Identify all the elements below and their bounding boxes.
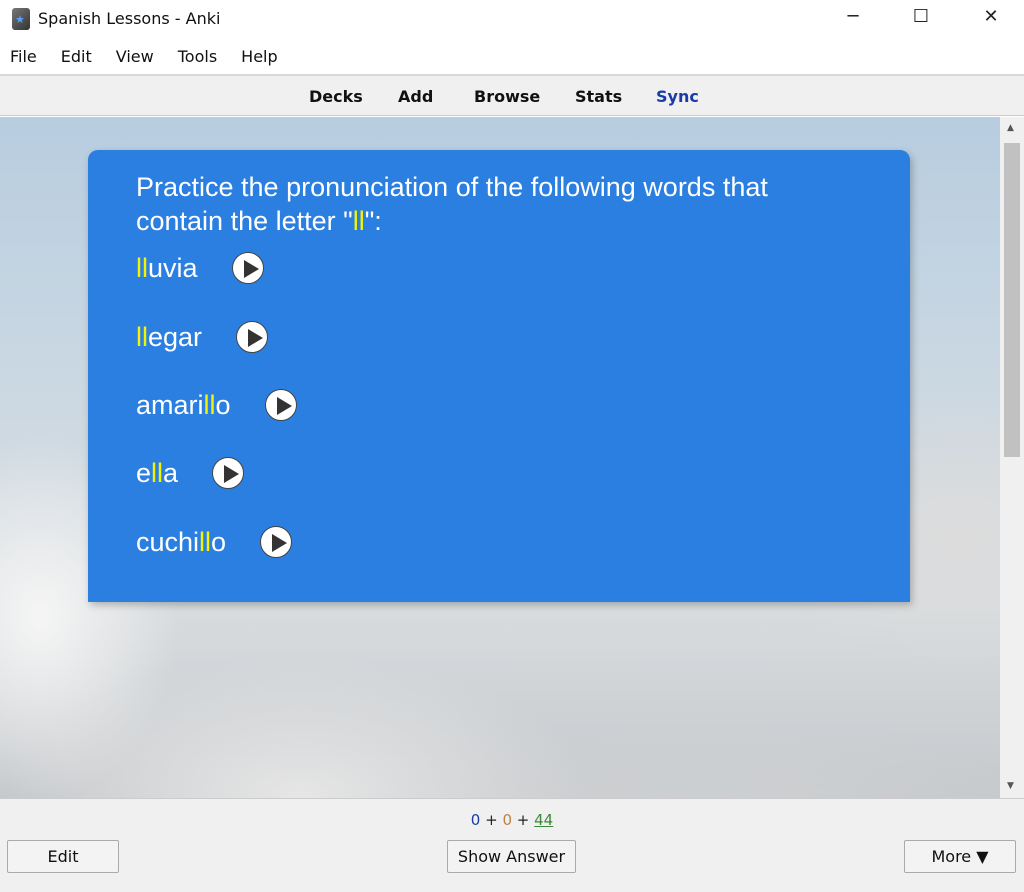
menu-file[interactable]: File [10, 42, 37, 72]
prompt-text-end: ": [364, 206, 382, 236]
sync-link[interactable]: Sync [656, 87, 699, 106]
new-count: 0 [470, 811, 481, 829]
menu-bar: File Edit View Tools Help [0, 42, 292, 72]
menu-tools[interactable]: Tools [178, 42, 217, 72]
window-title: Spanish Lessons - Anki [38, 9, 221, 28]
play-audio-icon[interactable] [236, 321, 269, 353]
word-item: llegar [136, 321, 269, 353]
scroll-up-icon[interactable]: ▲ [1007, 123, 1014, 133]
card-prompt: Practice the pronunciation of the follow… [136, 170, 856, 238]
word-item: ella [136, 457, 245, 489]
anki-app-icon [12, 8, 30, 30]
scroll-down-icon[interactable]: ▼ [1007, 781, 1014, 791]
review-count: 44 [534, 811, 554, 829]
decks-link[interactable]: Decks [309, 87, 363, 106]
prompt-highlight: ll [352, 206, 365, 236]
separator: + [485, 811, 498, 829]
more-button[interactable]: More ▼ [904, 840, 1016, 873]
learn-count: 0 [502, 811, 512, 829]
flashcard: Practice the pronunciation of the follow… [88, 150, 910, 602]
separator: + [516, 811, 530, 829]
due-counts: 0 + 0 + 44 [0, 811, 1024, 829]
menu-view[interactable]: View [116, 42, 154, 72]
play-audio-icon[interactable] [212, 457, 245, 489]
scrollbar-thumb[interactable] [1004, 143, 1020, 457]
menu-edit[interactable]: Edit [61, 42, 92, 72]
minimize-button[interactable]: ─ [830, 6, 876, 32]
word-item: cuchillo [136, 526, 293, 558]
vertical-scrollbar[interactable]: ▲ ▼ [1000, 117, 1024, 798]
close-button[interactable]: ✕ [968, 6, 1014, 32]
word-item: lluvia [136, 252, 264, 284]
maximize-button[interactable]: ☐ [898, 6, 944, 32]
menu-help[interactable]: Help [241, 42, 277, 72]
stats-link[interactable]: Stats [575, 87, 622, 106]
word-item: amarillo [136, 389, 297, 421]
play-audio-icon[interactable] [231, 252, 264, 284]
play-audio-icon[interactable] [260, 526, 293, 558]
bottom-bar: 0 + 0 + 44 Edit Show Answer More ▼ [0, 798, 1024, 892]
show-answer-button[interactable]: Show Answer [447, 840, 576, 873]
edit-button[interactable]: Edit [7, 840, 119, 873]
play-audio-icon[interactable] [264, 389, 297, 421]
prompt-text: Practice the pronunciation of the follow… [136, 172, 768, 236]
title-bar: Spanish Lessons - Anki ─ ☐ ✕ [0, 0, 1024, 38]
card-view: Practice the pronunciation of the follow… [0, 117, 1000, 798]
add-link[interactable]: Add [398, 87, 433, 106]
browse-link[interactable]: Browse [474, 87, 540, 106]
toolbar: Decks Add Browse Stats Sync [0, 74, 1024, 116]
